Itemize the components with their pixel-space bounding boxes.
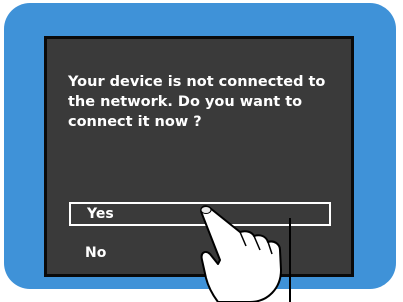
dialog-message: Your device is not connected to the netw… [68, 74, 326, 130]
pointing-hand-icon [200, 205, 291, 302]
